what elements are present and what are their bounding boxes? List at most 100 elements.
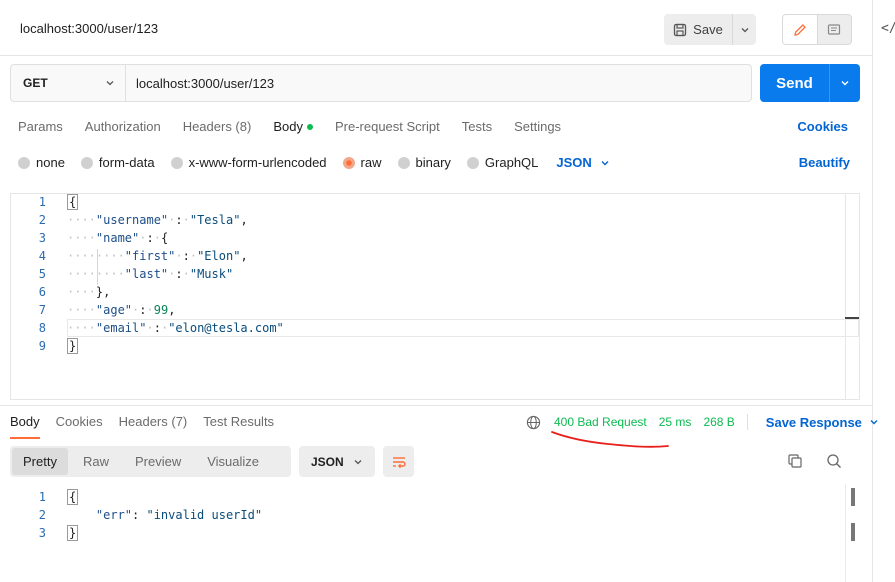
- body-format-select[interactable]: JSON: [556, 155, 609, 170]
- code-line: ····"email"·:·"elon@tesla.com": [67, 321, 284, 335]
- view-raw-button[interactable]: Raw: [72, 448, 120, 475]
- response-size[interactable]: 268 B: [703, 415, 734, 429]
- radio-label: GraphQL: [484, 155, 539, 170]
- radio-urlencoded[interactable]: x-www-form-urlencoded: [170, 155, 327, 170]
- radio-label: none: [36, 155, 65, 170]
- body-indicator-dot: [306, 123, 313, 130]
- search-button[interactable]: [826, 453, 842, 472]
- code-key: "err": [95, 508, 133, 522]
- save-button-group: Save: [664, 14, 756, 45]
- send-button[interactable]: Send: [760, 64, 829, 102]
- editor-scrollbar[interactable]: [845, 193, 860, 400]
- radio-icon: [466, 156, 479, 169]
- code-value: "invalid userId": [146, 508, 263, 522]
- tab-prerequest-script[interactable]: Pre-request Script: [335, 119, 440, 134]
- radio-label: form-data: [98, 155, 155, 170]
- response-code-line: "err": "invalid userId": [95, 508, 263, 522]
- red-underline-annotation: [551, 431, 669, 448]
- response-divider[interactable]: [0, 405, 872, 406]
- tab-authorization[interactable]: Authorization: [85, 119, 161, 134]
- chevron-down-icon: [106, 81, 114, 86]
- response-line-number: 1: [38, 490, 46, 504]
- pencil-icon: [793, 23, 806, 36]
- response-tab-headers[interactable]: Headers (7): [119, 414, 188, 439]
- radio-none[interactable]: none: [18, 155, 65, 170]
- request-tab-bar: localhost:3000/user/123 Save: [0, 0, 872, 56]
- response-format-select[interactable]: JSON: [299, 446, 375, 477]
- code-line: ····"age"·:·99,: [67, 303, 176, 317]
- request-tab-title[interactable]: localhost:3000/user/123: [20, 21, 158, 36]
- code-icon[interactable]: </: [881, 21, 895, 36]
- view-preview-button[interactable]: Preview: [124, 448, 192, 475]
- documentation-mode-button[interactable]: [818, 15, 852, 44]
- radio-label: x-www-form-urlencoded: [188, 155, 327, 170]
- tab-headers[interactable]: Headers (8): [183, 119, 252, 134]
- response-code-line: {: [67, 489, 79, 505]
- body-type-selector: none form-data x-www-form-urlencoded raw…: [18, 155, 610, 170]
- search-icon: [827, 454, 841, 468]
- code-line: {: [67, 194, 79, 210]
- line-number: 7: [38, 303, 46, 317]
- code-line: ····"name"·:·{: [67, 231, 169, 245]
- radio-form-data[interactable]: form-data: [80, 155, 155, 170]
- response-scroll-marker: [851, 488, 855, 506]
- meta-divider: [746, 414, 748, 430]
- tab-tests[interactable]: Tests: [462, 119, 492, 134]
- tab-settings[interactable]: Settings: [514, 119, 561, 134]
- globe-icon[interactable]: [526, 415, 541, 430]
- save-dropdown-button[interactable]: [732, 14, 756, 45]
- chevron-down-icon: [354, 459, 362, 464]
- line-number: 9: [38, 339, 46, 353]
- radio-icon: [397, 156, 410, 169]
- copy-button[interactable]: [787, 453, 803, 472]
- view-pretty-button[interactable]: Pretty: [12, 448, 68, 475]
- cookies-link[interactable]: Cookies: [797, 119, 848, 134]
- code-key: "age": [95, 303, 133, 317]
- url-input[interactable]: [126, 65, 751, 101]
- beautify-link[interactable]: Beautify: [799, 155, 850, 170]
- save-button[interactable]: Save: [664, 14, 732, 45]
- response-line-number: 2: [38, 508, 46, 522]
- code-value: "Musk": [189, 267, 234, 281]
- indent-guide: [97, 249, 98, 285]
- response-tab-test-results[interactable]: Test Results: [203, 414, 274, 439]
- save-response-button[interactable]: Save Response: [766, 415, 879, 430]
- response-code-line: }: [67, 525, 79, 541]
- line-number: 2: [38, 213, 46, 227]
- response-scrollbar-track[interactable]: [845, 484, 846, 582]
- view-visualize-button[interactable]: Visualize: [196, 448, 270, 475]
- response-time[interactable]: 25 ms: [659, 415, 692, 429]
- status-code[interactable]: 400 Bad Request: [554, 415, 647, 429]
- code-value: "Elon": [197, 249, 241, 263]
- code-line: ····},: [67, 285, 111, 299]
- radio-graphql[interactable]: GraphQL: [466, 155, 539, 170]
- tab-body[interactable]: Body: [273, 119, 313, 134]
- radio-binary[interactable]: binary: [397, 155, 451, 170]
- code-line: ····"username"·:·"Tesla",: [67, 213, 248, 227]
- save-label: Save: [693, 22, 723, 37]
- code-value: 99: [153, 303, 169, 317]
- line-number: 5: [38, 267, 46, 281]
- code-key: "username": [95, 213, 169, 227]
- radio-label: raw: [360, 155, 382, 170]
- code-line: ········"first"·:·"Elon",: [67, 249, 248, 263]
- line-number: 6: [38, 285, 46, 299]
- method-select[interactable]: GET: [11, 65, 126, 101]
- request-tabs: Params Authorization Headers (8) Body Pr…: [18, 119, 583, 134]
- tab-params[interactable]: Params: [18, 119, 63, 134]
- radio-label: binary: [415, 155, 451, 170]
- code-bracket: }: [67, 338, 79, 354]
- radio-selected-icon: [342, 156, 355, 169]
- code-line: ········"last"·:·"Musk": [67, 267, 234, 281]
- edit-mode-button[interactable]: [783, 15, 818, 44]
- response-tab-body[interactable]: Body: [10, 414, 40, 439]
- send-dropdown-button[interactable]: [829, 64, 860, 102]
- line-number: 1: [38, 195, 46, 209]
- wrap-lines-button[interactable]: [383, 446, 414, 477]
- code-bracket: }: [67, 525, 79, 541]
- line-number: 3: [38, 231, 46, 245]
- radio-icon: [170, 156, 183, 169]
- radio-raw[interactable]: raw: [342, 155, 382, 170]
- url-bar: GET: [10, 64, 752, 102]
- response-tab-cookies[interactable]: Cookies: [56, 414, 103, 439]
